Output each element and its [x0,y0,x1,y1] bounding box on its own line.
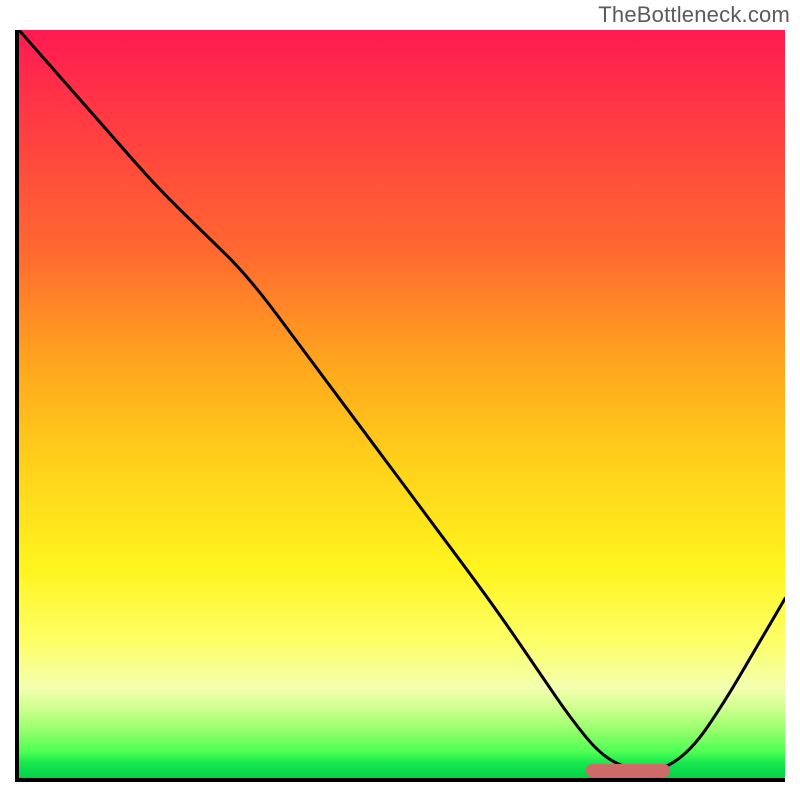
optimal-range-marker [586,764,670,777]
bottleneck-curve-path [19,30,785,771]
chart-frame: TheBottleneck.com [0,0,800,800]
bottleneck-curve [19,30,785,778]
plot-area [15,30,785,782]
watermark-text: TheBottleneck.com [598,2,790,28]
